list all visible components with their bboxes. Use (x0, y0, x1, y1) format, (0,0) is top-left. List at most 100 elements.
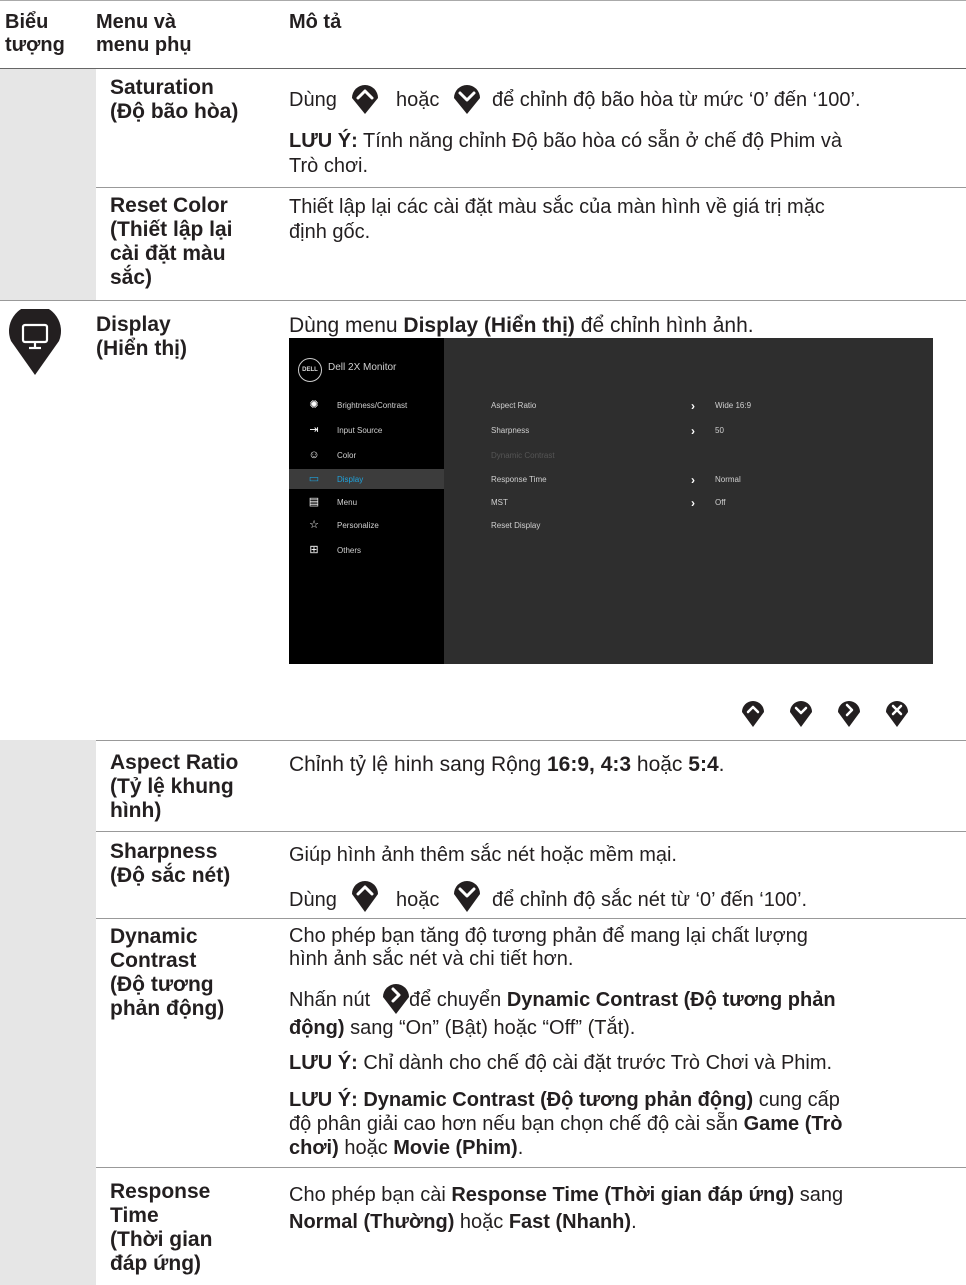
dynamic-contrast-p2: để chuyển Dynamic Contrast (Độ tương phả… (409, 988, 836, 1013)
desc-text: để chỉnh độ bão hòa từ mức ‘0’ đến ‘100’… (492, 89, 861, 111)
down-button-icon (790, 701, 812, 727)
osd-title: Dell 2X Monitor (328, 362, 397, 373)
label-text: sắc) (110, 266, 153, 289)
desc-text: để chỉnh hình ảnh. (574, 314, 754, 337)
desc-bold: 5:4 (688, 753, 719, 776)
desc-bold: Display (Hiển thị) (403, 314, 575, 337)
desc-bold: Fast (Nhanh) (508, 1211, 632, 1233)
desc-text: sang “On” (Bật) hoặc “Off” (Tắt). (344, 1017, 636, 1039)
label-text: Contrast (110, 949, 197, 972)
header-text: Biểu (5, 11, 49, 33)
note-text: Chỉ dành cho chế độ cài đặt trước Trò Ch… (357, 1052, 833, 1074)
saturation-note: LƯU Ý: Tính năng chỉnh Độ bão hòa có sẵn… (289, 129, 842, 179)
desc-text: Thiết lập lại các cài đặt màu sắc của mà… (289, 196, 825, 218)
label-text: (Hiển thị) (96, 337, 187, 360)
label-text: (Tỷ lệ khung (110, 775, 234, 798)
desc-text: hoặc (631, 753, 689, 776)
chevron-right-icon: › (691, 473, 695, 487)
dynamic-contrast-label: Dynamic Contrast (Độ tương phản động) (110, 925, 224, 1021)
brightness-icon: ✺ (309, 399, 319, 411)
note-label: LƯU Ý: Dynamic Contrast (Độ tương phản đ… (289, 1089, 754, 1111)
osd-setting-label[interactable]: Aspect Ratio (491, 401, 536, 411)
label-text: (Thiết lập lại (110, 218, 233, 241)
desc-text: hình ảnh sắc nét và chi tiết hơn. (289, 948, 574, 970)
label-text: Reset Color (110, 194, 228, 217)
label-text: (Độ bão hòa) (110, 100, 239, 123)
note-text: độ phân giải cao hơn nếu bạn chọn chế độ… (289, 1113, 744, 1135)
desc-text: hoặc (396, 89, 440, 111)
dynamic-contrast-note2: LƯU Ý: Dynamic Contrast (Độ tương phản đ… (289, 1088, 843, 1160)
dynamic-contrast-desc: Cho phép bạn tăng độ tương phản để mang … (289, 925, 808, 971)
up-button-icon (742, 701, 764, 727)
desc-text: Chỉnh tỷ lệ hinh sang Rộng (289, 753, 547, 776)
label-text: Aspect Ratio (110, 751, 239, 774)
down-arrow-icon (454, 85, 480, 114)
dynamic-contrast-p2-line2: động) sang “On” (Bật) hoặc “Off” (Tắt). (289, 1016, 635, 1041)
up-arrow-icon (352, 85, 378, 114)
osd-setting-value: Wide 16:9 (715, 401, 752, 410)
desc-text: Cho phép bạn tăng độ tương phản để mang … (289, 925, 808, 947)
osd-menu-item[interactable]: Brightness/Contrast (337, 401, 407, 411)
desc-text: để chuyển (409, 989, 507, 1011)
desc-text: để chỉnh độ sắc nét từ ‘0’ đến ‘100’. (492, 889, 808, 911)
color-icon: ☺ (308, 449, 320, 461)
down-arrow-icon (454, 881, 480, 912)
aspect-ratio-desc: Chỉnh tỷ lệ hinh sang Rộng 16:9, 4:3 hoặ… (289, 752, 724, 777)
note-text: hoặc (338, 1137, 394, 1159)
reset-color-label: Reset Color (Thiết lập lại cài đặt màu s… (110, 194, 233, 290)
header-desc-col: Mô tả (289, 11, 342, 33)
osd-setting-label-disabled: Dynamic Contrast (491, 451, 555, 460)
input-source-icon: ⇥ (309, 424, 319, 436)
osd-setting-label[interactable]: Sharpness (491, 426, 529, 436)
note-bold: Movie (Phim) (393, 1137, 518, 1159)
osd-menu-item-selected[interactable]: Display (337, 475, 363, 485)
desc-text: Dùng (289, 889, 337, 911)
osd-menu-item[interactable]: Color (337, 451, 356, 461)
menu-icon: ▤ (308, 496, 320, 508)
chevron-right-icon: › (691, 424, 695, 438)
osd-menu-item[interactable]: Personalize (337, 521, 379, 531)
desc-text: Cho phép bạn cài (289, 1184, 452, 1206)
label-text: Time (110, 1204, 159, 1227)
header-menu-col: Menu và menu phụ (96, 11, 192, 57)
header-text: Menu và (96, 11, 177, 33)
chevron-right-icon: › (691, 496, 695, 510)
header-text: menu phụ (96, 34, 192, 56)
chevron-right-icon: › (691, 399, 695, 413)
display-icon (9, 309, 61, 375)
osd-menu-item[interactable]: Others (337, 546, 361, 556)
desc-text: Dùng (289, 89, 337, 111)
label-text: (Độ sắc nét) (110, 864, 231, 887)
label-text: hình) (110, 799, 162, 822)
osd-menu-item[interactable]: Input Source (337, 426, 382, 436)
note-bold: chơi) (289, 1137, 339, 1159)
note-bold: Game (Trò (743, 1113, 843, 1135)
desc-text: hoặc (454, 1211, 509, 1233)
exit-button-icon (886, 701, 908, 727)
desc-bold: Normal (Thường) (289, 1211, 455, 1233)
label-text: Response (110, 1180, 211, 1203)
label-text: Sharpness (110, 840, 218, 863)
response-time-desc: Cho phép bạn cài Response Time (Thời gia… (289, 1182, 843, 1236)
desc-bold: Response Time (Thời gian đáp ứng) (451, 1184, 795, 1206)
note-text: . (517, 1137, 524, 1159)
header-text: tượng (5, 34, 65, 56)
label-text: Dynamic (110, 925, 198, 948)
others-icon: ⊞ (309, 544, 319, 556)
note-label: LƯU Ý: (289, 1052, 358, 1074)
osd-setting-label[interactable]: MST (491, 498, 508, 508)
label-text: Display (96, 313, 171, 336)
osd-menu-item[interactable]: Menu (337, 498, 357, 508)
note-text: Tính năng chỉnh Độ bão hòa có sẵn ở chế … (357, 130, 842, 152)
label-text: Saturation (110, 76, 214, 99)
osd-setting-label[interactable]: Reset Display (491, 521, 540, 531)
osd-setting-value: 50 (715, 426, 724, 435)
desc-text: . (631, 1211, 637, 1233)
display-label: Display (Hiển thị) (96, 313, 187, 361)
desc-text: sang (794, 1184, 844, 1206)
header-icon-col: Biểu tượng (5, 11, 65, 57)
osd-setting-label[interactable]: Response Time (491, 475, 547, 485)
desc-text: định gốc. (289, 221, 371, 243)
label-text: phản động) (110, 997, 225, 1020)
label-text: (Độ tương (110, 973, 214, 996)
